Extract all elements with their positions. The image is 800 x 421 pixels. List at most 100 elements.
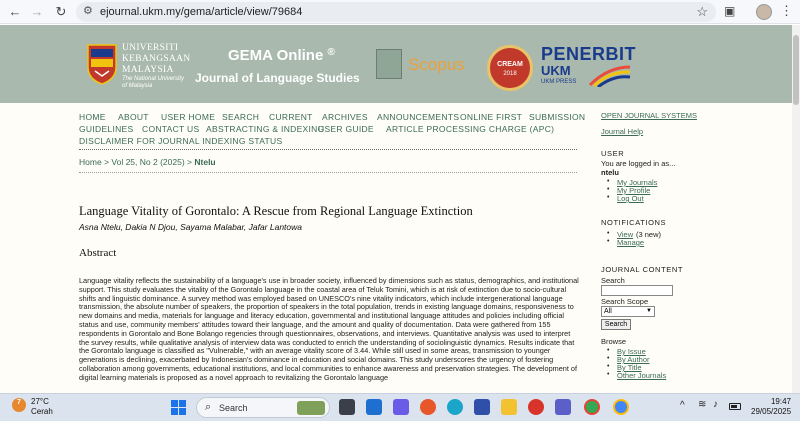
- battery-level: [731, 405, 737, 408]
- bullet: •: [607, 194, 610, 201]
- win-pane: [179, 408, 186, 415]
- microsoft-store-icon[interactable]: [366, 399, 382, 415]
- forward-arrow-icon[interactable]: →: [28, 3, 46, 21]
- bullet: •: [607, 238, 610, 245]
- journal-banner: UNIVERSITI KEBANGSAAN MALAYSIA The Natio…: [0, 25, 792, 103]
- penerbit-logo: PENERBIT: [541, 44, 637, 64]
- other-journals-link[interactable]: Other Journals: [617, 371, 666, 380]
- chevron-up-icon[interactable]: ^: [680, 400, 685, 411]
- bullet: •: [607, 355, 610, 362]
- win-pane: [171, 400, 178, 407]
- nav-home[interactable]: HOME: [79, 112, 106, 122]
- scrollbar-thumb[interactable]: [793, 35, 799, 105]
- nav-about[interactable]: ABOUT: [118, 112, 149, 122]
- cream-badge: CREAM 2018: [487, 45, 533, 91]
- copilot-icon[interactable]: [393, 399, 409, 415]
- nav-apc[interactable]: ARTICLE PROCESSING CHARGE (APC): [386, 124, 554, 134]
- teams-icon[interactable]: [555, 399, 571, 415]
- breadcrumb-home[interactable]: Home: [79, 157, 102, 167]
- search-highlight-art: [297, 401, 325, 415]
- page-viewport: UNIVERSITI KEBANGSAAN MALAYSIA The Natio…: [0, 25, 792, 393]
- weather-temperature[interactable]: 27°C: [31, 397, 49, 406]
- log-out-link[interactable]: Log Out: [617, 194, 644, 203]
- ukm-name: UNIVERSITI KEBANGSAAN MALAYSIA: [122, 43, 191, 75]
- site-info-icon[interactable]: ⚙: [83, 4, 93, 17]
- page-scrollbar[interactable]: [792, 25, 800, 393]
- win-pane: [179, 400, 186, 407]
- bullet: •: [607, 347, 610, 354]
- ukm-press-text: UKM PRESS: [541, 79, 577, 85]
- weather-badge: 7: [17, 399, 21, 406]
- nav-archives[interactable]: ARCHIVES: [322, 112, 368, 122]
- nav-user-home[interactable]: USER HOME: [161, 112, 215, 122]
- weather-condition[interactable]: Cerah: [31, 407, 53, 416]
- taskbar-search-box[interactable]: ⌕ Search: [196, 397, 330, 418]
- notifications-manage-link[interactable]: Manage: [617, 238, 644, 247]
- open-journal-systems-link[interactable]: OPEN JOURNAL SYSTEMS: [601, 111, 697, 120]
- back-arrow-icon[interactable]: ←: [6, 3, 24, 21]
- nav-online-first[interactable]: ONLINE FIRST: [460, 112, 522, 122]
- breadcrumb: Home > Vol 25, No 2 (2025) > Ntelu: [79, 157, 216, 167]
- penerbit-ukm-text: UKM: [541, 63, 571, 78]
- extensions-icon[interactable]: ▣: [724, 4, 735, 18]
- breadcrumb-issue[interactable]: Vol 25, No 2 (2025): [111, 157, 184, 167]
- task-view-icon[interactable]: [339, 399, 355, 415]
- scopus-logo: Scopus: [408, 55, 465, 74]
- penerbit-stripes-icon: [588, 65, 631, 87]
- bullet: •: [607, 186, 610, 193]
- clock-time[interactable]: 19:47: [751, 397, 791, 406]
- nav-submission[interactable]: SUBMISSION: [529, 112, 585, 122]
- nav-search[interactable]: SEARCH: [222, 112, 259, 122]
- breadcrumb-current[interactable]: Ntelu: [194, 157, 215, 167]
- article-title: Language Vitality of Gorontalo: A Rescue…: [79, 204, 473, 218]
- nav-abstracting-indexing[interactable]: ABSTRACTING & INDEXING: [206, 124, 325, 134]
- address-bar[interactable]: ⚙ ejournal.ukm.my/gema/article/view/7968…: [76, 2, 716, 22]
- clock-date[interactable]: 29/05/2025: [751, 407, 791, 416]
- bookmark-star-icon[interactable]: ☆: [696, 4, 708, 20]
- battery-icon[interactable]: [729, 403, 741, 410]
- bullet: •: [607, 178, 610, 185]
- volume-icon[interactable]: ♪: [713, 399, 718, 410]
- logged-in-text: You are logged in as...: [601, 159, 676, 168]
- abstract-text: Language vitality reflects the sustainab…: [79, 276, 579, 382]
- edge-icon[interactable]: [447, 399, 463, 415]
- search-scope-select[interactable]: All ▼: [601, 306, 655, 317]
- journal-content-heading: JOURNAL CONTENT: [601, 265, 684, 274]
- browser-toolbar: ← → ↻ ⚙ ejournal.ukm.my/gema/article/vie…: [0, 0, 800, 24]
- breadcrumb-divider: [79, 172, 577, 173]
- wifi-icon[interactable]: ≋: [698, 399, 706, 410]
- search-input[interactable]: [601, 285, 673, 296]
- notifications-heading: NOTIFICATIONS: [601, 218, 667, 227]
- browse-label: Browse: [601, 337, 627, 346]
- taskbar-search-placeholder: Search: [219, 403, 248, 413]
- nav-current[interactable]: CURRENT: [269, 112, 313, 122]
- elsevier-tree-icon: [376, 49, 402, 79]
- url-text[interactable]: ejournal.ukm.my/gema/article/view/79684: [100, 6, 302, 18]
- user-heading: USER: [601, 149, 625, 158]
- journal-help-link[interactable]: Journal Help: [601, 127, 643, 136]
- username: ntelu: [601, 168, 619, 177]
- app-icon[interactable]: [474, 399, 490, 415]
- chrome-profile-icon[interactable]: [613, 399, 629, 415]
- profile-avatar[interactable]: [756, 4, 772, 20]
- article-authors: Asna Ntelu, Dakia N Djou, Sayama Malabar…: [79, 222, 303, 232]
- wps-office-icon[interactable]: [528, 399, 544, 415]
- nav-announcements[interactable]: ANNOUNCEMENTS: [377, 112, 459, 122]
- ukm-crest-icon: [87, 44, 117, 85]
- nav-divider: [79, 149, 577, 150]
- chrome-icon[interactable]: [584, 399, 600, 415]
- chevron-down-icon: ▼: [646, 308, 652, 314]
- nav-contact-us[interactable]: CONTACT US: [142, 124, 199, 134]
- nav-guidelines[interactable]: GUIDELINES: [79, 124, 134, 134]
- windows-start-icon[interactable]: [171, 400, 187, 416]
- file-explorer-icon[interactable]: [501, 399, 517, 415]
- nav-user-guide[interactable]: USER GUIDE: [318, 124, 374, 134]
- reload-icon[interactable]: ↻: [52, 3, 70, 21]
- browser-menu-icon[interactable]: ⋮: [780, 3, 793, 19]
- search-button[interactable]: Search: [601, 319, 631, 330]
- journal-subtitle: Journal of Language Studies: [195, 71, 360, 85]
- firefox-icon[interactable]: [420, 399, 436, 415]
- bullet: •: [607, 230, 610, 237]
- nav-disclaimer[interactable]: DISCLAIMER FOR JOURNAL INDEXING STATUS: [79, 136, 282, 146]
- bullet: •: [607, 371, 610, 378]
